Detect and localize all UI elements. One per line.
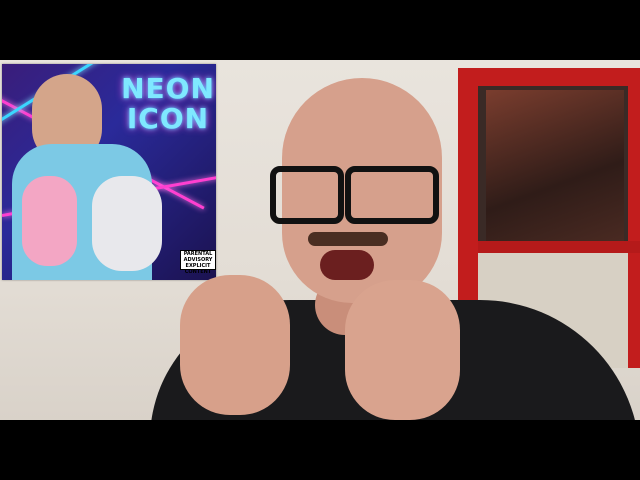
video-frame: NEON ICON PARENTAL ADVISORY EXPLICIT CON… (0, 0, 640, 480)
person-mustache (308, 232, 388, 246)
letterbox-top (0, 0, 640, 60)
letterbox-bottom (0, 420, 640, 480)
glasses-right-lens (345, 166, 439, 224)
person-mouth (320, 250, 374, 280)
poster-puppy (92, 176, 162, 271)
left-fist (180, 275, 290, 415)
shelf-board (478, 241, 640, 253)
vinyl-record-sleeve (486, 90, 624, 242)
scene: NEON ICON PARENTAL ADVISORY EXPLICIT CON… (0, 60, 640, 420)
album-title-line: ICON (126, 102, 210, 135)
parental-advisory-label: PARENTAL ADVISORY EXPLICIT CONTENT (180, 250, 216, 275)
glasses-left-lens (270, 166, 344, 224)
album-poster: NEON ICON PARENTAL ADVISORY EXPLICIT CON… (2, 64, 216, 280)
album-title: NEON ICON (120, 74, 216, 134)
poster-baby (22, 176, 77, 266)
album-title-line: NEON (121, 72, 215, 105)
right-fist (345, 280, 460, 420)
